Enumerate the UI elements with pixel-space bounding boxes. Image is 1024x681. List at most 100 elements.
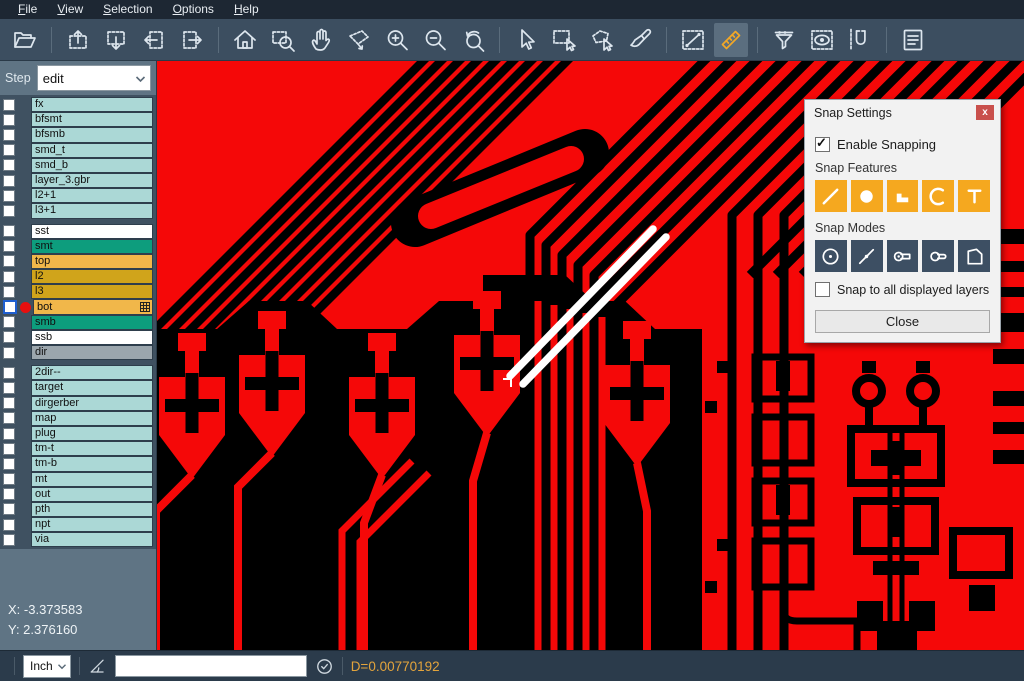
layer-visibility-checkbox[interactable] xyxy=(3,331,15,343)
layer-visibility-checkbox[interactable] xyxy=(3,443,15,455)
layer-row-dirgerber[interactable]: dirgerber xyxy=(0,396,156,411)
layer-row-mt[interactable]: mt xyxy=(0,472,156,487)
snap-surface-button[interactable] xyxy=(887,180,919,212)
layer-visibility-checkbox[interactable] xyxy=(3,190,15,202)
layer-name-field[interactable]: map xyxy=(31,411,153,426)
mode-contour-button[interactable] xyxy=(958,240,990,272)
select-rectangle-button[interactable] xyxy=(547,23,581,57)
snap-arc-button[interactable] xyxy=(922,180,954,212)
layer-row-smt[interactable]: smt xyxy=(0,239,156,254)
zoom-in-button[interactable] xyxy=(380,23,414,57)
layer-visibility-checkbox[interactable] xyxy=(3,255,15,267)
layer-visibility-checkbox[interactable] xyxy=(3,159,15,171)
layer-row-2dir--[interactable]: 2dir-- xyxy=(0,365,156,380)
snap-text-button[interactable] xyxy=(958,180,990,212)
snap-magnet-button[interactable] xyxy=(843,23,877,57)
layer-row-smb[interactable]: smb xyxy=(0,315,156,330)
layer-row-pth[interactable]: pth xyxy=(0,502,156,517)
layer-name-field[interactable]: bfsmb xyxy=(31,127,153,142)
layer-name-field[interactable]: pth xyxy=(31,502,153,517)
layer-row-top[interactable]: top xyxy=(0,254,156,269)
open-file-button[interactable] xyxy=(8,23,42,57)
layer-row-layer_3.gbr[interactable]: layer_3.gbr xyxy=(0,173,156,188)
layer-name-field[interactable]: bot xyxy=(33,299,153,314)
layer-name-field[interactable]: sst xyxy=(31,224,153,239)
step-select[interactable]: edit xyxy=(37,65,151,91)
layer-visibility-checkbox[interactable] xyxy=(3,347,15,359)
filter-button[interactable] xyxy=(767,23,801,57)
menu-options[interactable]: Options xyxy=(163,0,224,19)
layer-name-field[interactable]: via xyxy=(31,532,153,547)
layer-visibility-checkbox[interactable] xyxy=(3,412,15,424)
zoom-polygon-button[interactable] xyxy=(342,23,376,57)
layer-name-field[interactable]: dirgerber xyxy=(31,396,153,411)
layer-row-l2[interactable]: l2 xyxy=(0,269,156,284)
layer-visibility-checkbox[interactable] xyxy=(3,519,15,531)
layer-name-field[interactable]: top xyxy=(31,254,153,269)
layer-row-tm-t[interactable]: tm-t xyxy=(0,441,156,456)
layer-row-sst[interactable]: sst xyxy=(0,224,156,239)
layer-visibility-checkbox[interactable] xyxy=(3,428,15,440)
menu-file[interactable]: File xyxy=(8,0,47,19)
measure-distance-button[interactable] xyxy=(676,23,710,57)
dialog-title-bar[interactable]: Snap Settings x xyxy=(805,100,1000,125)
layer-row-out[interactable]: out xyxy=(0,487,156,502)
mode-on-line-button[interactable] xyxy=(851,240,883,272)
layer-visibility-checkbox[interactable] xyxy=(3,534,15,546)
layer-visibility-checkbox[interactable] xyxy=(3,300,17,314)
layer-visibility-checkbox[interactable] xyxy=(3,271,15,283)
close-button[interactable]: Close xyxy=(815,310,990,333)
layer-name-field[interactable]: smd_t xyxy=(31,143,153,158)
layer-name-field[interactable]: fx xyxy=(31,97,153,112)
layer-visibility-checkbox[interactable] xyxy=(3,458,15,470)
report-list-button[interactable] xyxy=(896,23,930,57)
layer-visibility-checkbox[interactable] xyxy=(3,286,15,298)
layer-row-map[interactable]: map xyxy=(0,411,156,426)
layer-visibility-checkbox[interactable] xyxy=(3,397,15,409)
layer-visibility-checkbox[interactable] xyxy=(3,205,15,217)
pan-right-button[interactable] xyxy=(175,23,209,57)
layer-row-npt[interactable]: npt xyxy=(0,517,156,532)
all-layers-checkbox[interactable] xyxy=(815,282,830,297)
all-layers-row[interactable]: Snap to all displayed layers xyxy=(815,282,990,297)
layer-row-smd_t[interactable]: smd_t xyxy=(0,143,156,158)
layer-name-field[interactable]: smt xyxy=(31,239,153,254)
home-view-button[interactable] xyxy=(228,23,262,57)
mode-slot-filled-button[interactable] xyxy=(887,240,919,272)
menu-selection[interactable]: Selection xyxy=(93,0,162,19)
layer-name-field[interactable]: out xyxy=(31,487,153,502)
layer-name-field[interactable]: l3 xyxy=(31,284,153,299)
layer-visibility-checkbox[interactable] xyxy=(3,488,15,500)
select-brush-button[interactable] xyxy=(623,23,657,57)
layer-name-field[interactable]: dir xyxy=(31,345,153,360)
layer-row-tm-b[interactable]: tm-b xyxy=(0,456,156,471)
layer-name-field[interactable]: tm-t xyxy=(31,441,153,456)
layer-visibility-checkbox[interactable] xyxy=(3,114,15,126)
layer-name-field[interactable]: mt xyxy=(31,472,153,487)
layer-visibility-checkbox[interactable] xyxy=(3,99,15,111)
layer-visibility-checkbox[interactable] xyxy=(3,473,15,485)
layer-visibility-checkbox[interactable] xyxy=(3,316,15,328)
units-select[interactable]: Inch xyxy=(23,655,71,678)
select-arrow-button[interactable] xyxy=(509,23,543,57)
close-icon[interactable]: x xyxy=(976,105,994,120)
layer-name-field[interactable]: ssb xyxy=(31,330,153,345)
layer-visibility-checkbox[interactable] xyxy=(3,144,15,156)
layer-visibility-checkbox[interactable] xyxy=(3,240,15,252)
command-input[interactable] xyxy=(115,655,307,677)
view-options-button[interactable] xyxy=(805,23,839,57)
mode-center-button[interactable] xyxy=(815,240,847,272)
layer-name-field[interactable]: bfsmt xyxy=(31,112,153,127)
zoom-out-button[interactable] xyxy=(418,23,452,57)
layer-visibility-checkbox[interactable] xyxy=(3,175,15,187)
angle-icon[interactable] xyxy=(88,657,107,676)
layer-row-l3+1[interactable]: l3+1 xyxy=(0,203,156,218)
layer-row-dir[interactable]: dir xyxy=(0,345,156,360)
layer-row-plug[interactable]: plug xyxy=(0,426,156,441)
enable-snapping-row[interactable]: Enable Snapping xyxy=(815,137,990,152)
layer-row-bfsmt[interactable]: bfsmt xyxy=(0,112,156,127)
layer-visibility-checkbox[interactable] xyxy=(3,503,15,515)
pan-left-button[interactable] xyxy=(137,23,171,57)
select-polygon-button[interactable] xyxy=(585,23,619,57)
snap-pad-button[interactable] xyxy=(851,180,883,212)
